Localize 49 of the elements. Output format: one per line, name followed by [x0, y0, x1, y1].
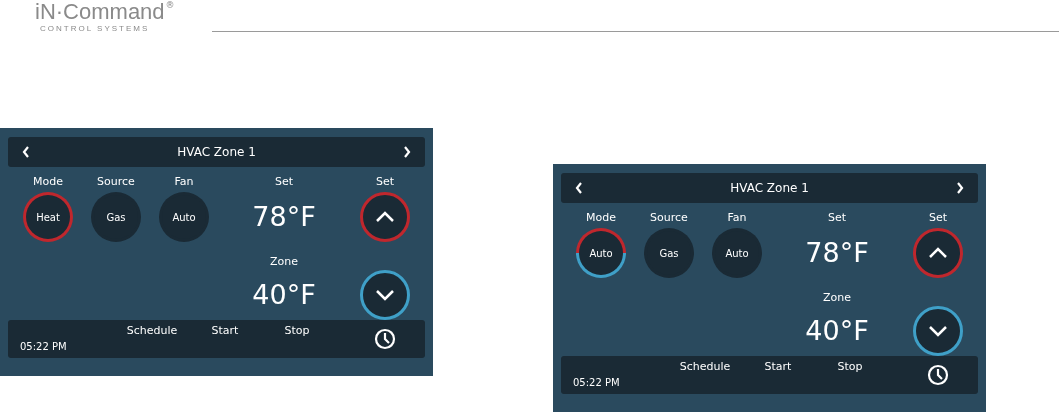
zone-title: HVAC Zone 1 [730, 180, 809, 197]
increase-button[interactable] [913, 228, 963, 278]
clock-icon[interactable] [374, 328, 396, 350]
registered-mark: ® [165, 0, 175, 10]
button-label: Set [928, 211, 948, 225]
chevron-down-icon [928, 325, 948, 337]
schedule-control[interactable]: Schedule [679, 360, 731, 394]
zone-label: Zone [823, 291, 851, 305]
schedule-control[interactable]: Start [764, 360, 792, 394]
setpoint-temperature: 78°F [805, 236, 869, 270]
control-button[interactable]: Auto [712, 228, 762, 278]
button-label: Set [375, 175, 395, 189]
control-label: Mode [586, 211, 616, 225]
schedule-control[interactable]: Schedule [126, 324, 178, 358]
chevron-left-icon[interactable] [575, 182, 583, 194]
chevron-right-icon[interactable] [403, 146, 411, 158]
control-button[interactable]: Heat [23, 192, 73, 242]
control-button[interactable]: Auto [576, 228, 626, 278]
zone-label: Zone [270, 255, 298, 269]
clock-time: 05:22 PM [572, 376, 621, 390]
increase-button[interactable] [360, 192, 410, 242]
decrease-button[interactable] [913, 306, 963, 356]
schedule-control[interactable]: Start [211, 324, 239, 358]
control-button[interactable]: Auto [159, 192, 209, 242]
control-button[interactable]: Gas [644, 228, 694, 278]
control-label: Source [97, 175, 135, 189]
control-label: Mode [33, 175, 63, 189]
chevron-down-icon [375, 289, 395, 301]
logo-wordmark: iN·Command [35, 0, 165, 24]
chevron-left-icon[interactable] [22, 146, 30, 158]
control-label: Fan [174, 175, 194, 189]
chevron-up-icon [928, 247, 948, 259]
control-button[interactable]: Gas [91, 192, 141, 242]
zone-title: HVAC Zone 1 [177, 144, 256, 161]
control-label: Source [650, 211, 688, 225]
decrease-button[interactable] [360, 270, 410, 320]
zone-temperature: 40°F [805, 314, 869, 348]
logo-tagline: CONTROL SYSTEMS [40, 24, 151, 33]
clock-icon[interactable] [927, 364, 949, 386]
clock-time: 05:22 PM [19, 340, 68, 354]
setpoint-label: Set [827, 211, 847, 225]
chevron-right-icon[interactable] [956, 182, 964, 194]
control-label: Fan [727, 211, 747, 225]
chevron-up-icon [375, 211, 395, 223]
setpoint-label: Set [274, 175, 294, 189]
schedule-control[interactable]: Stop [284, 324, 310, 358]
zone-temperature: 40°F [252, 278, 316, 312]
schedule-control[interactable]: Stop [837, 360, 863, 394]
setpoint-temperature: 78°F [252, 200, 316, 234]
